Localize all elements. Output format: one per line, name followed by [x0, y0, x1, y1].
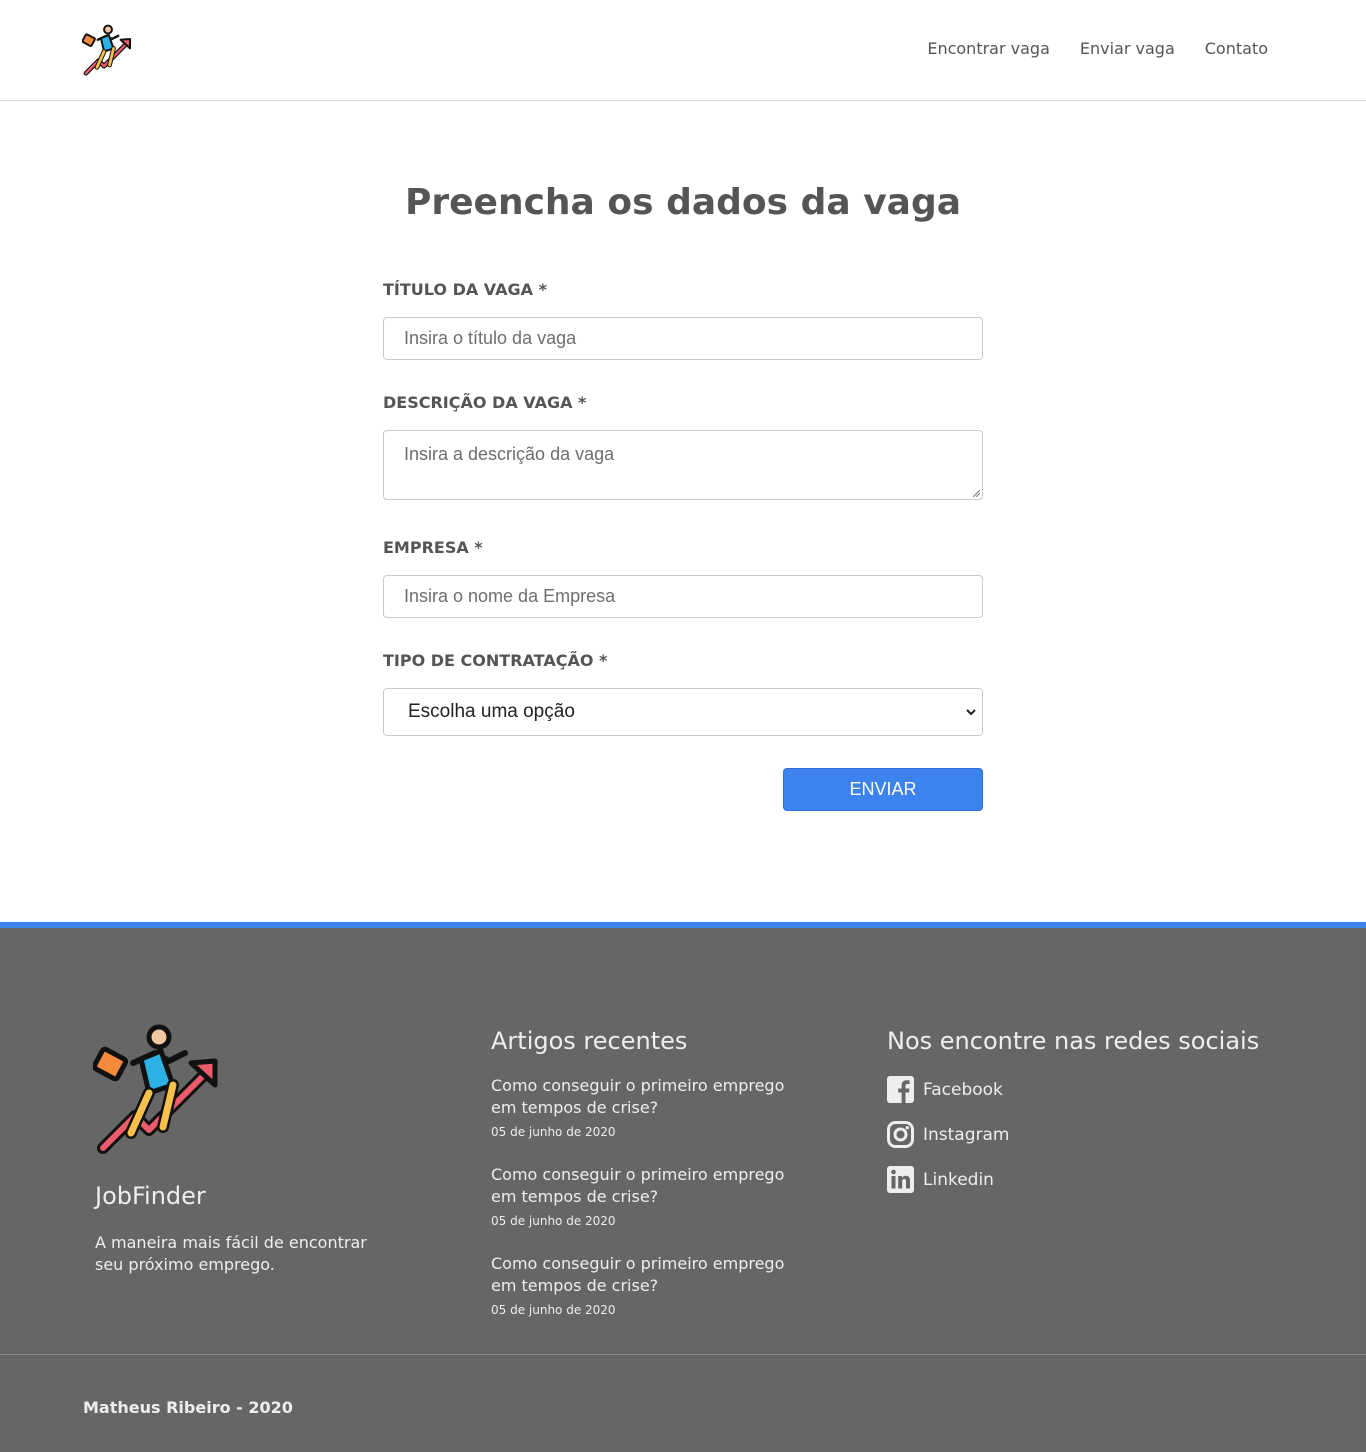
instagram-icon — [887, 1121, 914, 1148]
contract-type-select[interactable]: Escolha uma opção — [383, 688, 983, 736]
logo-icon[interactable] — [82, 24, 134, 76]
facebook-icon — [887, 1076, 914, 1103]
articles-heading: Artigos recentes — [491, 1027, 688, 1055]
article-title[interactable]: Como conseguir o primeiro emprego em tem… — [491, 1075, 791, 1119]
article-item[interactable]: Como conseguir o primeiro emprego em tem… — [491, 1075, 791, 1139]
social-label-linkedin: Linkedin — [923, 1169, 994, 1190]
nav-item-enviar-vaga[interactable]: Enviar vaga — [1080, 39, 1175, 58]
linkedin-icon — [887, 1166, 914, 1193]
contract-type-label: TIPO DE CONTRATAÇÃO * — [383, 651, 608, 670]
nav-item-encontrar-vaga[interactable]: Encontrar vaga — [927, 39, 1050, 58]
main-nav: Encontrar vaga Enviar vaga Contato — [927, 39, 1268, 58]
site-footer: JobFinder A maneira mais fácil de encont… — [0, 922, 1366, 1452]
job-description-label: DESCRIÇÃO DA VAGA * — [383, 393, 587, 412]
social-heading: Nos encontre nas redes sociais — [887, 1027, 1260, 1055]
submit-button[interactable]: ENVIAR — [783, 768, 983, 811]
article-item[interactable]: Como conseguir o primeiro emprego em tem… — [491, 1164, 791, 1228]
job-description-textarea[interactable]: Insira a descrição da vaga — [383, 430, 983, 500]
social-link-linkedin[interactable]: Linkedin — [887, 1166, 994, 1193]
article-title[interactable]: Como conseguir o primeiro emprego em tem… — [491, 1164, 791, 1208]
article-date: 05 de junho de 2020 — [491, 1303, 616, 1317]
job-title-label: TÍTULO DA VAGA * — [383, 280, 547, 299]
article-title[interactable]: Como conseguir o primeiro emprego em tem… — [491, 1253, 791, 1297]
footer-divider — [0, 1354, 1366, 1355]
company-label: EMPRESA * — [383, 538, 483, 557]
site-header: Encontrar vaga Enviar vaga Contato — [0, 0, 1366, 101]
footer-tagline: A maneira mais fácil de encontrar seu pr… — [95, 1233, 367, 1274]
copyright: Matheus Ribeiro - 2020 — [83, 1398, 293, 1417]
job-description-placeholder: Insira a descrição da vaga — [404, 444, 615, 464]
logo-icon — [93, 1024, 218, 1154]
article-date: 05 de junho de 2020 — [491, 1125, 616, 1139]
social-label-facebook: Facebook — [923, 1079, 1003, 1100]
chevron-down-icon — [966, 709, 976, 716]
article-date: 05 de junho de 2020 — [491, 1214, 616, 1228]
social-link-instagram[interactable]: Instagram — [887, 1121, 1010, 1148]
contract-type-selected: Escolha uma opção — [408, 701, 575, 722]
nav-item-contato[interactable]: Contato — [1205, 39, 1268, 58]
company-input[interactable]: Insira o nome da Empresa — [383, 575, 983, 618]
social-label-instagram: Instagram — [923, 1124, 1010, 1145]
article-item[interactable]: Como conseguir o primeiro emprego em tem… — [491, 1253, 791, 1317]
page-title: Preencha os dados da vaga — [404, 182, 962, 223]
job-title-input[interactable]: Insira o título da vaga — [383, 317, 983, 360]
resize-grip-icon[interactable] — [972, 489, 980, 497]
footer-brand: JobFinder — [95, 1182, 206, 1210]
social-link-facebook[interactable]: Facebook — [887, 1076, 1003, 1103]
